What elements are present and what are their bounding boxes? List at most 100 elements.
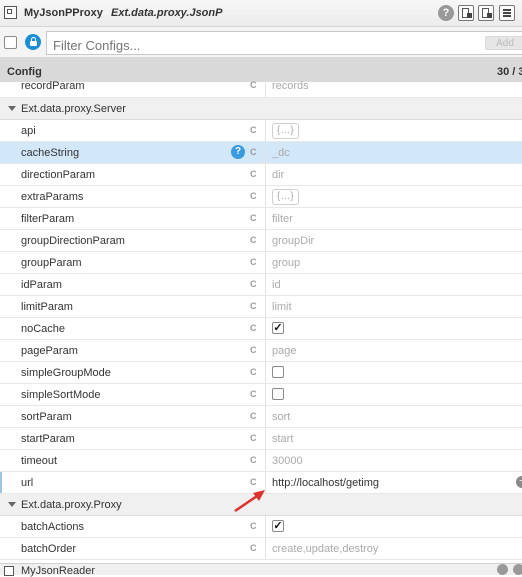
object-value-icon[interactable]: {…}: [272, 123, 299, 139]
component-name: MyJsonPProxy: [24, 7, 103, 19]
group-label: Ext.data.proxy.Server: [21, 103, 126, 115]
config-c-icon: C: [250, 411, 257, 421]
config-name: recordParam: [21, 80, 85, 92]
config-c-icon: C: [250, 257, 257, 267]
add-button[interactable]: Add: [485, 36, 522, 50]
config-row[interactable]: recordParam C records: [0, 80, 522, 103]
config-name: groupParam: [21, 257, 82, 269]
filter-configs-input[interactable]: [46, 31, 522, 55]
config-value[interactable]: group: [272, 257, 300, 269]
config-value[interactable]: 30000: [272, 455, 303, 467]
config-c-icon: C: [250, 543, 257, 553]
config-name: api: [21, 125, 36, 137]
config-name: cacheString: [21, 147, 80, 159]
component-class: Ext.data.proxy.JsonP: [111, 7, 223, 19]
config-c-icon: C: [250, 477, 257, 487]
config-name: simpleSortMode: [21, 389, 101, 401]
config-c-icon: C: [250, 521, 257, 531]
config-name: url: [21, 477, 34, 489]
filter-bar: Add: [0, 27, 522, 58]
config-c-icon: C: [250, 455, 257, 465]
inspector-titlebar: MyJsonPProxy Ext.data.proxy.JsonP ?: [0, 0, 522, 27]
config-c-icon: C: [250, 345, 257, 355]
config-row[interactable]: simpleGroupMode C: [0, 362, 522, 384]
collapse-caret-icon[interactable]: [8, 502, 16, 507]
help-icon[interactable]: [497, 564, 508, 575]
forward-icon[interactable]: [513, 564, 522, 575]
config-name: batchActions: [21, 521, 84, 533]
config-checkbox-checked[interactable]: ✓: [272, 322, 284, 334]
config-name: groupDirectionParam: [21, 235, 125, 247]
select-all-checkbox[interactable]: [4, 36, 17, 49]
config-checkbox-checked[interactable]: ✓: [272, 520, 284, 532]
config-value[interactable]: page: [272, 345, 296, 357]
clear-value-icon[interactable]: −: [516, 476, 522, 488]
config-name: noCache: [21, 323, 66, 335]
config-c-icon: C: [250, 213, 257, 223]
config-count: 30 / 3: [497, 66, 522, 78]
config-row[interactable]: simpleSortMode C: [0, 384, 522, 406]
config-c-icon: C: [250, 147, 257, 157]
config-value[interactable]: http://localhost/getimg: [272, 477, 379, 489]
component-icon: [4, 6, 17, 19]
config-c-icon: C: [250, 235, 257, 245]
config-value[interactable]: start: [272, 433, 293, 445]
config-value[interactable]: id: [272, 279, 281, 291]
object-value-icon[interactable]: {…}: [272, 189, 299, 205]
config-name: filterParam: [21, 213, 75, 225]
config-row[interactable]: timeout C 30000: [0, 450, 522, 472]
config-checkbox[interactable]: [272, 388, 284, 400]
config-c-icon: C: [250, 191, 257, 201]
config-row[interactable]: sortParam C sort: [0, 406, 522, 428]
config-c-icon: C: [250, 80, 257, 90]
config-row[interactable]: startParam C start: [0, 428, 522, 450]
config-name: startParam: [21, 433, 75, 445]
config-name: limitParam: [21, 301, 73, 313]
help-icon[interactable]: ?: [438, 5, 454, 21]
menu-icon[interactable]: [499, 5, 515, 21]
group-row[interactable]: Ext.data.proxy.Server: [0, 98, 522, 120]
config-row[interactable]: batchActions C ✓: [0, 516, 522, 538]
config-name: directionParam: [21, 169, 95, 181]
group-label: Ext.data.proxy.Proxy: [21, 499, 122, 511]
config-row[interactable]: directionParam C dir: [0, 164, 522, 186]
config-c-icon: C: [250, 301, 257, 311]
config-value[interactable]: create,update,destroy: [272, 543, 378, 555]
config-row-selected[interactable]: cacheString ? C _dc: [0, 142, 522, 164]
config-name: sortParam: [21, 411, 72, 423]
config-row[interactable]: noCache C ✓: [0, 318, 522, 340]
page-forward-icon[interactable]: [478, 5, 494, 21]
config-value[interactable]: sort: [272, 411, 290, 423]
config-row[interactable]: idParam C id: [0, 274, 522, 296]
annotation-arrow-icon: [234, 490, 265, 513]
config-name: batchOrder: [21, 543, 77, 555]
config-value[interactable]: _dc: [272, 147, 290, 159]
lock-icon[interactable]: [25, 34, 41, 50]
config-row[interactable]: groupDirectionParam C groupDir: [0, 230, 522, 252]
config-value[interactable]: filter: [272, 213, 293, 225]
page-back-icon[interactable]: [458, 5, 474, 21]
config-row[interactable]: filterParam C filter: [0, 208, 522, 230]
config-value[interactable]: records: [272, 80, 309, 92]
config-row[interactable]: extraParams C {…}: [0, 186, 522, 208]
footer-component-name[interactable]: MyJsonReader: [21, 565, 95, 577]
config-row[interactable]: batchOrder C create,update,destroy: [0, 538, 522, 560]
config-c-icon: C: [250, 367, 257, 377]
config-name: idParam: [21, 279, 62, 291]
config-row[interactable]: pageParam C page: [0, 340, 522, 362]
config-row[interactable]: api C {…}: [0, 120, 522, 142]
config-row[interactable]: groupParam C group: [0, 252, 522, 274]
config-c-icon: C: [250, 389, 257, 399]
config-value[interactable]: dir: [272, 169, 284, 181]
config-value[interactable]: groupDir: [272, 235, 314, 247]
reader-icon: [4, 566, 14, 576]
config-name: extraParams: [21, 191, 84, 203]
config-value[interactable]: limit: [272, 301, 292, 313]
config-row[interactable]: limitParam C limit: [0, 296, 522, 318]
help-circle-icon[interactable]: ?: [231, 145, 245, 159]
config-checkbox[interactable]: [272, 366, 284, 378]
footer-bar: MyJsonReader: [0, 563, 522, 577]
config-c-icon: C: [250, 279, 257, 289]
collapse-caret-icon[interactable]: [8, 106, 16, 111]
config-c-icon: C: [250, 169, 257, 179]
